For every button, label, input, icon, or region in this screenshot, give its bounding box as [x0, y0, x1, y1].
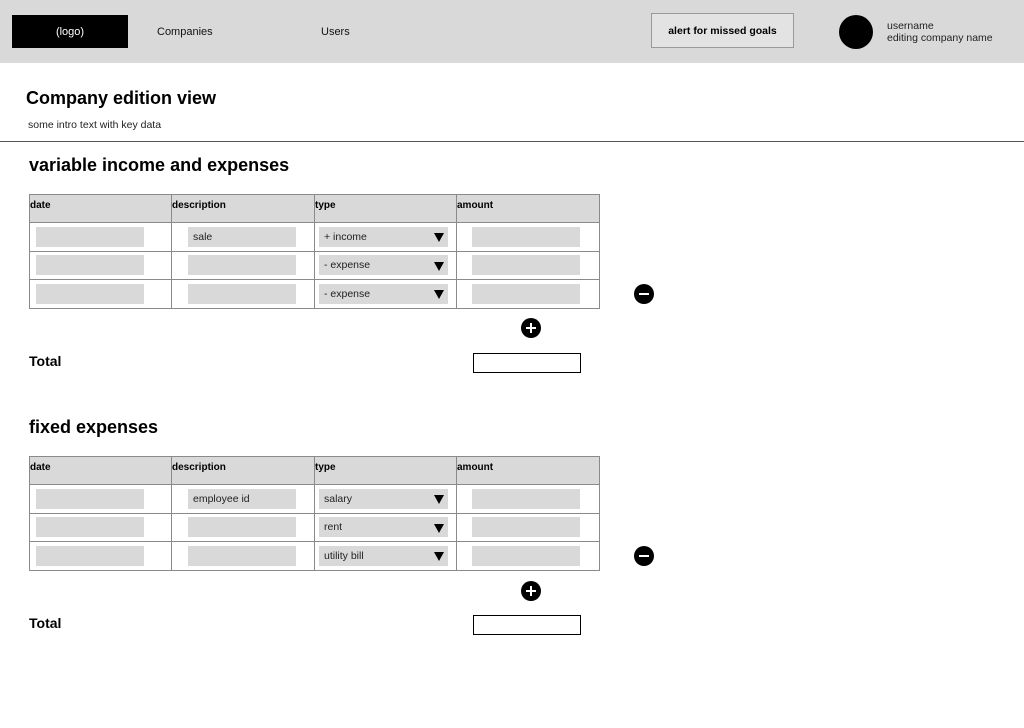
description-field[interactable] [188, 255, 296, 276]
date-field[interactable] [36, 545, 144, 566]
minus-circle-icon [639, 293, 649, 295]
table-row: sale + income [29, 222, 600, 252]
description-field[interactable] [188, 545, 296, 566]
table-row: rent [29, 512, 600, 542]
type-select[interactable]: salary [319, 488, 448, 509]
table-row: utility bill [29, 541, 600, 571]
variable-section-title: variable income and expenses [29, 155, 290, 175]
divider [0, 141, 1024, 142]
amount-field[interactable] [472, 545, 580, 566]
minus-circle-icon [639, 555, 649, 557]
avatar[interactable] [839, 15, 873, 49]
fixed-section-title: fixed expenses [29, 417, 159, 437]
type-select[interactable]: - expense [319, 283, 448, 304]
caret-down-icon [434, 233, 444, 243]
description-field[interactable]: sale [188, 226, 296, 247]
variable-table: date description type amount sale + inco… [29, 194, 600, 309]
type-select-value: rent [324, 521, 343, 534]
alert-missed-goals-button[interactable]: alert for missed goals [651, 13, 794, 48]
caret-down-icon [434, 261, 444, 271]
variable-total-field[interactable] [473, 353, 581, 373]
amount-field[interactable] [472, 517, 580, 538]
add-row-button[interactable] [521, 581, 541, 601]
type-select[interactable]: - expense [319, 255, 448, 276]
amount-field[interactable] [472, 488, 580, 509]
column-header-date: date [29, 456, 172, 485]
table-row: - expense [29, 250, 600, 280]
page-title: Company edition view [26, 88, 217, 108]
column-header-description: description [171, 194, 315, 223]
username-label: username [887, 20, 934, 32]
type-select[interactable]: + income [319, 226, 448, 247]
fixed-table: date description type amount employee id… [29, 456, 600, 571]
column-header-date: date [29, 194, 172, 223]
type-select-value: + income [324, 230, 367, 243]
editing-company-label: editing company name [887, 32, 993, 44]
type-select-value: utility bill [324, 549, 364, 562]
column-header-description: description [171, 456, 315, 485]
nav-companies-link[interactable]: Companies [157, 26, 213, 38]
description-field[interactable] [188, 283, 296, 304]
amount-field[interactable] [472, 226, 580, 247]
table-header-row: date description type amount [29, 456, 600, 485]
top-bar: (logo) Companies Users alert for missed … [0, 0, 1024, 63]
caret-down-icon [434, 523, 444, 533]
column-header-amount: amount [456, 456, 600, 485]
date-field[interactable] [36, 226, 144, 247]
amount-field[interactable] [472, 283, 580, 304]
date-field[interactable] [36, 255, 144, 276]
type-select-value: salary [324, 492, 353, 505]
add-row-button[interactable] [521, 318, 541, 338]
remove-row-button[interactable] [634, 284, 654, 304]
type-select-value: - expense [324, 259, 371, 272]
variable-total-label: Total [29, 353, 62, 369]
caret-down-icon [434, 495, 444, 505]
fixed-total-label: Total [29, 615, 62, 631]
table-header-row: date description type amount [29, 194, 600, 223]
description-field[interactable]: employee id [188, 488, 296, 509]
fixed-total-field[interactable] [473, 615, 581, 635]
remove-row-button[interactable] [634, 546, 654, 566]
column-header-amount: amount [456, 194, 600, 223]
description-field[interactable] [188, 517, 296, 538]
date-field[interactable] [36, 517, 144, 538]
column-header-type: type [314, 194, 457, 223]
type-select-value: - expense [324, 287, 371, 300]
type-select[interactable]: utility bill [319, 545, 448, 566]
date-field[interactable] [36, 283, 144, 304]
column-header-type: type [314, 456, 457, 485]
nav-users-link[interactable]: Users [321, 26, 350, 38]
amount-field[interactable] [472, 255, 580, 276]
caret-down-icon [434, 552, 444, 562]
logo[interactable]: (logo) [12, 15, 128, 48]
intro-text: some intro text with key data [28, 119, 162, 131]
table-row: employee id salary [29, 484, 600, 514]
date-field[interactable] [36, 488, 144, 509]
caret-down-icon [434, 290, 444, 300]
table-row: - expense [29, 279, 600, 309]
type-select[interactable]: rent [319, 517, 448, 538]
